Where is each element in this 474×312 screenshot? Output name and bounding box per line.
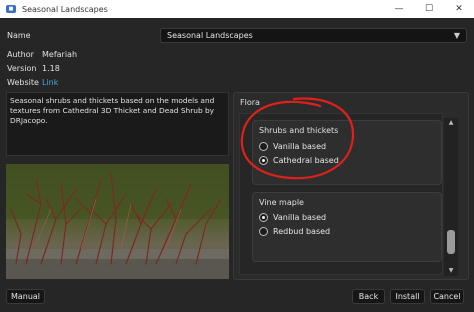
install-button[interactable]: Install xyxy=(390,289,425,304)
group-vine-maple: Vine maple Vanilla based Redbud based xyxy=(252,192,442,262)
name-label: Name xyxy=(7,31,31,40)
website-link[interactable]: Link xyxy=(42,78,58,87)
title-bar: ■ Seasonal Landscapes — ☐ ✕ xyxy=(0,0,474,18)
radio-label: Redbud based xyxy=(273,227,331,236)
version-label: Version xyxy=(7,64,37,73)
name-dropdown[interactable]: Seasonal Landscapes ▼ xyxy=(160,28,467,43)
website-label: Website xyxy=(7,78,39,87)
scroll-up-icon[interactable]: ▲ xyxy=(444,118,458,128)
scroll-down-icon[interactable]: ▼ xyxy=(444,266,458,276)
minimize-button[interactable]: — xyxy=(384,0,414,18)
preview-image xyxy=(6,164,229,279)
radio-label: Vanilla based xyxy=(273,213,327,222)
maximize-button[interactable]: ☐ xyxy=(414,0,444,18)
chevron-down-icon: ▼ xyxy=(453,31,460,40)
annotation-circle xyxy=(240,97,355,180)
window-controls: — ☐ ✕ xyxy=(384,0,474,18)
cancel-button[interactable]: Cancel xyxy=(430,289,464,304)
app-icon: ■ xyxy=(6,5,16,13)
radio-button[interactable] xyxy=(259,213,268,222)
radio-vine-vanilla[interactable]: Vanilla based xyxy=(259,213,326,222)
mod-description: Seasonal shrubs and thickets based on th… xyxy=(6,92,229,156)
close-window-button[interactable]: ✕ xyxy=(444,0,474,18)
group-title: Vine maple xyxy=(259,198,304,207)
radio-vine-redbud[interactable]: Redbud based xyxy=(259,227,330,236)
back-button[interactable]: Back xyxy=(352,289,385,304)
radio-button[interactable] xyxy=(259,227,268,236)
author-label: Author xyxy=(7,50,34,59)
author-value: Mefariah xyxy=(42,50,78,59)
flora-scrollbar[interactable]: ▲ ▼ xyxy=(444,118,458,276)
shrub-illustration xyxy=(6,164,229,279)
name-dropdown-value: Seasonal Landscapes xyxy=(167,31,253,40)
manual-button[interactable]: Manual xyxy=(6,289,45,304)
version-value: 1.18 xyxy=(42,64,60,73)
window-title: Seasonal Landscapes xyxy=(22,4,108,14)
scroll-thumb[interactable] xyxy=(447,230,455,254)
